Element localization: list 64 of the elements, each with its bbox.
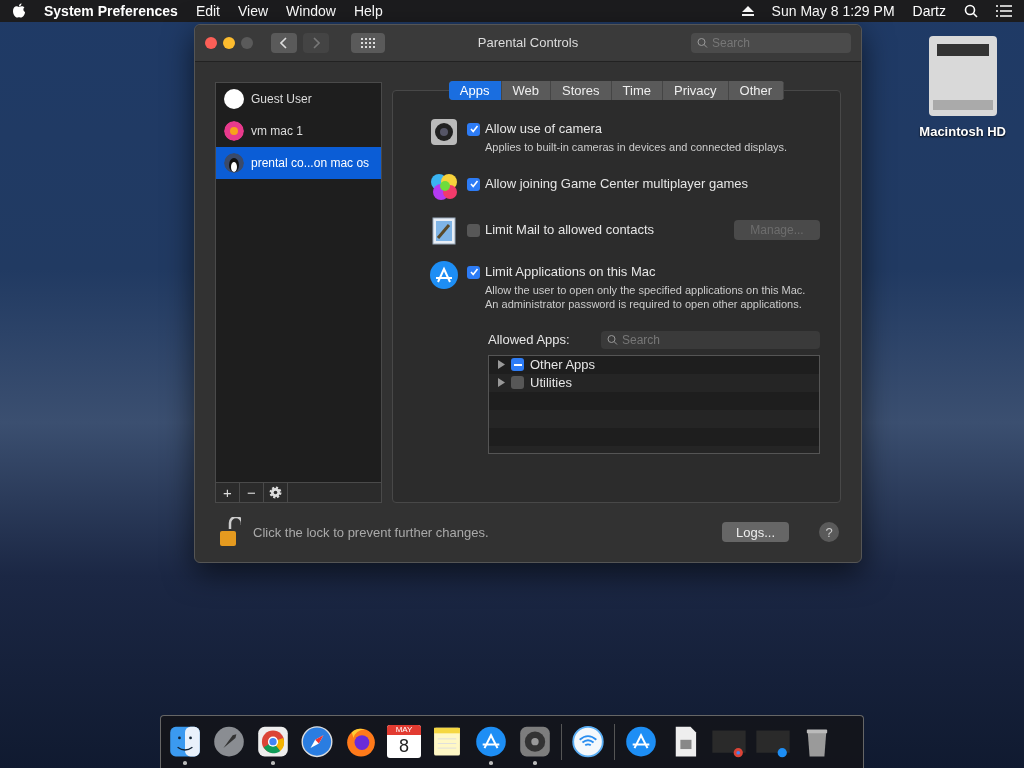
browser-icon[interactable] <box>255 725 291 759</box>
close-button[interactable] <box>205 36 217 49</box>
search-field[interactable]: Search <box>601 330 820 349</box>
disclosure-triangle-icon[interactable] <box>497 378 505 388</box>
flower-avatar <box>224 120 244 141</box>
search-icon <box>697 37 708 49</box>
list-icon[interactable] <box>996 5 1012 17</box>
option-description: Allow the user to open only the specified applications on this Mac. An administrator password is required to open other applications. <box>485 282 807 311</box>
camera-icon <box>429 116 459 147</box>
app-group-label[interactable]: Other Apps <box>530 357 596 373</box>
compass-icon[interactable] <box>299 725 335 759</box>
user-name[interactable]: Dartz <box>912 3 946 19</box>
drive-label[interactable]: Macintosh HD <box>919 124 1006 139</box>
padlock-icon[interactable] <box>219 517 241 548</box>
menu-item[interactable]: Help <box>353 3 383 19</box>
apple-logo-icon[interactable] <box>12 3 26 19</box>
window-title: Parental Controls <box>477 35 579 51</box>
lock-message: Click the lock to prevent further changes. <box>253 524 489 540</box>
app-store-icon <box>429 259 459 290</box>
face-icon[interactable] <box>167 725 203 759</box>
checkbox[interactable] <box>467 265 480 279</box>
checkbox[interactable] <box>511 358 524 372</box>
allowed-apps-label: Allowed Apps: <box>488 332 570 348</box>
wifi-icon[interactable] <box>570 725 606 759</box>
checkbox[interactable] <box>511 376 524 390</box>
user-item[interactable]: prental co...on mac os <box>216 146 381 179</box>
option-label[interactable]: Limit Applications on this Mac <box>485 263 656 279</box>
remove-button[interactable]: − <box>240 482 264 502</box>
user-item[interactable]: vm mac 1 <box>216 114 381 147</box>
add-button[interactable]: + <box>216 482 240 502</box>
tab[interactable]: Apps <box>448 80 502 100</box>
search-icon <box>607 334 618 346</box>
checkbox[interactable] <box>467 122 480 136</box>
checkbox[interactable] <box>467 177 480 191</box>
blank-avatar <box>224 88 244 109</box>
option-label[interactable]: Allow joining Game Center multiplayer games <box>485 175 748 191</box>
grid-icon <box>361 37 375 48</box>
penguin-avatar <box>224 152 244 173</box>
logs-button[interactable]: Logs... <box>721 522 789 543</box>
help-button[interactable]: ? <box>819 522 839 543</box>
chevron-right-icon <box>312 36 320 49</box>
eject-icon[interactable] <box>741 6 754 16</box>
calendar-icon[interactable]: MAY 8 <box>387 725 421 759</box>
app-menu[interactable]: System Preferences <box>44 3 178 19</box>
bubbles-icon <box>429 171 459 202</box>
user-item[interactable]: Guest User <box>216 82 381 115</box>
minimize-button[interactable] <box>223 36 235 49</box>
back-button[interactable] <box>271 32 297 53</box>
chevron-left-icon <box>280 36 288 49</box>
menu-item[interactable]: Edit <box>195 3 220 19</box>
menu-item[interactable]: View <box>238 3 269 19</box>
clock[interactable]: Sun May 8 1:29 PM <box>771 3 895 19</box>
show-all-button[interactable] <box>351 32 385 53</box>
app-store-icon[interactable] <box>623 725 659 759</box>
checkbox[interactable] <box>467 224 480 238</box>
option-label[interactable]: Limit Mail to allowed contacts <box>485 222 655 238</box>
app-store-icon[interactable] <box>473 725 509 759</box>
option-label[interactable]: Allow use of camera <box>485 120 603 136</box>
option-description: Applies to built-in cameras in devices and connected displays. <box>485 139 789 154</box>
search-icon[interactable] <box>964 4 978 18</box>
menu-item[interactable]: Window <box>286 3 336 19</box>
hard-drive-icon[interactable] <box>926 34 999 118</box>
disclosure-triangle-icon[interactable] <box>497 360 505 370</box>
app-group-label[interactable]: Utilities <box>530 375 572 391</box>
